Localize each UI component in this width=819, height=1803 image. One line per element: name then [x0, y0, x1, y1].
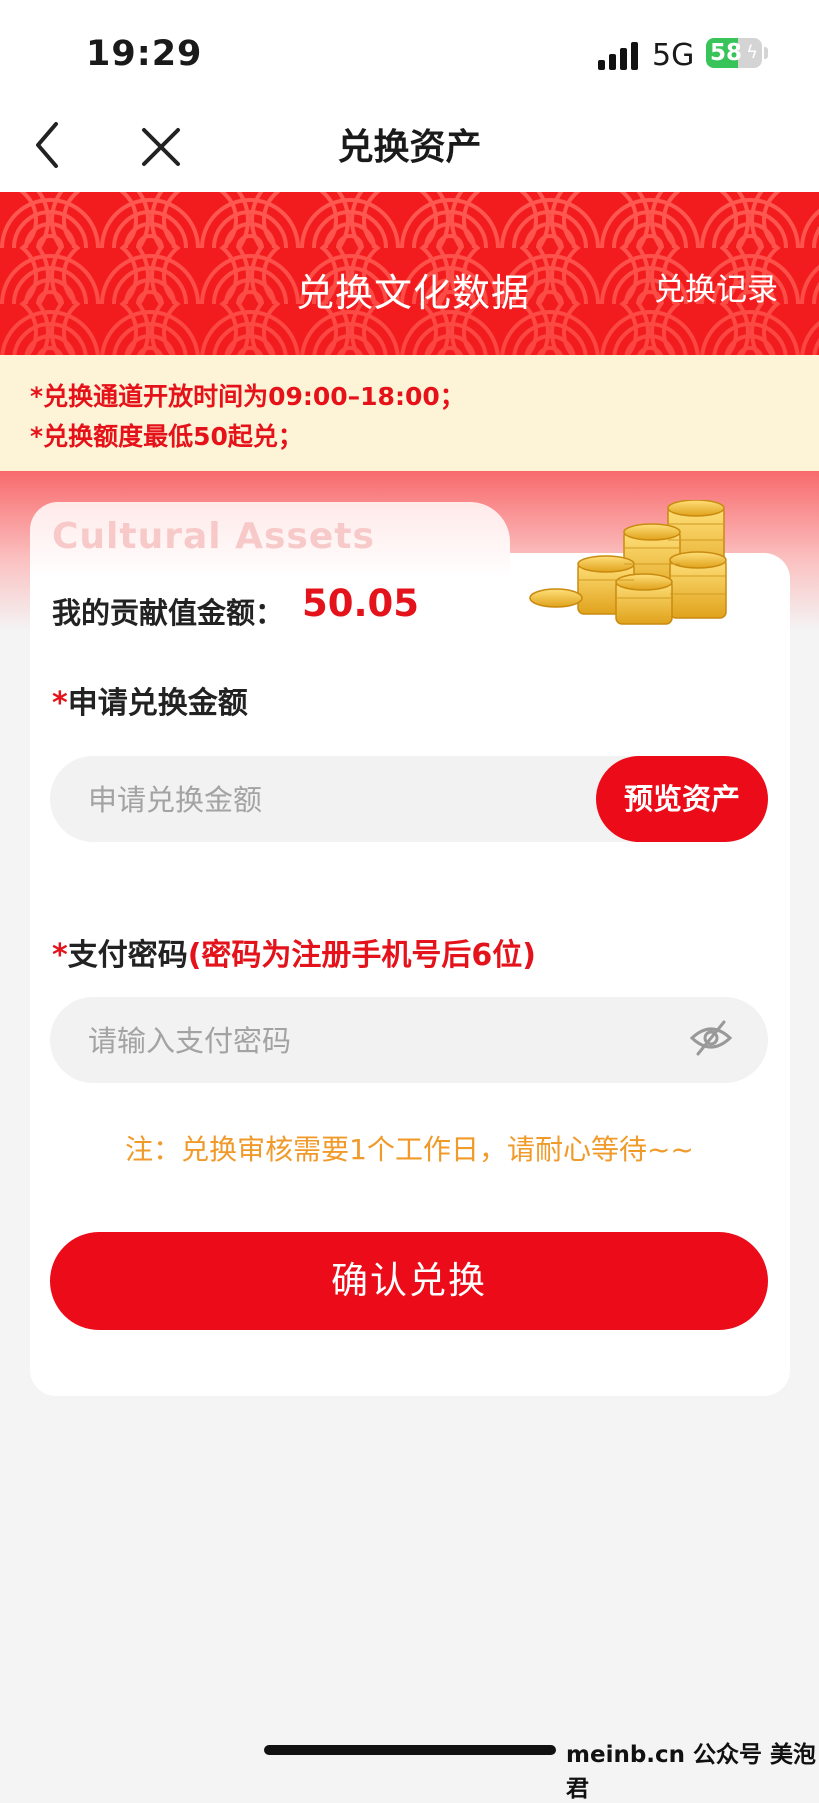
required-mark: *	[52, 938, 68, 973]
status-bar: 19:29 5G 58 ϟ	[0, 0, 819, 100]
battery-level: 58	[710, 40, 743, 66]
confirm-exchange-button[interactable]: 确认兑换	[50, 1232, 768, 1330]
eye-off-icon[interactable]	[688, 1018, 734, 1058]
header-banner: 兑换文化数据 兑换记录	[0, 192, 819, 355]
gold-coins-icon	[529, 500, 727, 625]
nav-bar: 兑换资产	[0, 100, 819, 192]
watermark: meinb.cn 公众号 美泡君	[566, 1742, 817, 1802]
network-type: 5G	[652, 38, 695, 73]
notice-line-minimum: *兑换额度最低50起兑；	[30, 422, 303, 451]
battery-tip	[764, 47, 768, 59]
password-label: *支付密码(密码为注册手机号后6位)	[52, 930, 536, 974]
battery-icon: 58 ϟ	[706, 38, 762, 68]
review-note: 注：兑换审核需要1个工作日，请耐心等待~~	[125, 1133, 694, 1166]
balance-label: 我的贡献值金额：	[52, 596, 285, 630]
preview-assets-button[interactable]: 预览资产	[596, 756, 768, 842]
signal-icon	[598, 42, 640, 70]
amount-input[interactable]	[86, 756, 630, 844]
home-indicator	[264, 1745, 556, 1755]
page-title: 兑换资产	[337, 127, 482, 168]
status-time: 19:29	[86, 34, 203, 74]
charging-icon: ϟ	[746, 42, 758, 63]
password-hint: (密码为注册手机号后6位)	[187, 938, 536, 973]
notice-line-hours: *兑换通道开放时间为09:00–18:00；	[30, 382, 465, 411]
balance-value: 50.05	[302, 582, 420, 625]
password-label-text: 支付密码	[67, 938, 188, 973]
amount-label-text: 申请兑换金额	[67, 686, 248, 721]
amount-label: *申请兑换金额	[52, 678, 248, 722]
exchange-record-link[interactable]: 兑换记录	[654, 264, 778, 309]
required-mark: *	[52, 686, 68, 721]
banner-title: 兑换文化数据	[296, 271, 531, 315]
password-input[interactable]	[86, 997, 630, 1085]
card-background-text: Cultural Assets	[52, 516, 375, 557]
password-input-wrapper	[50, 997, 768, 1085]
notice-panel: *兑换通道开放时间为09:00–18:00； *兑换额度最低50起兑；	[0, 355, 819, 471]
